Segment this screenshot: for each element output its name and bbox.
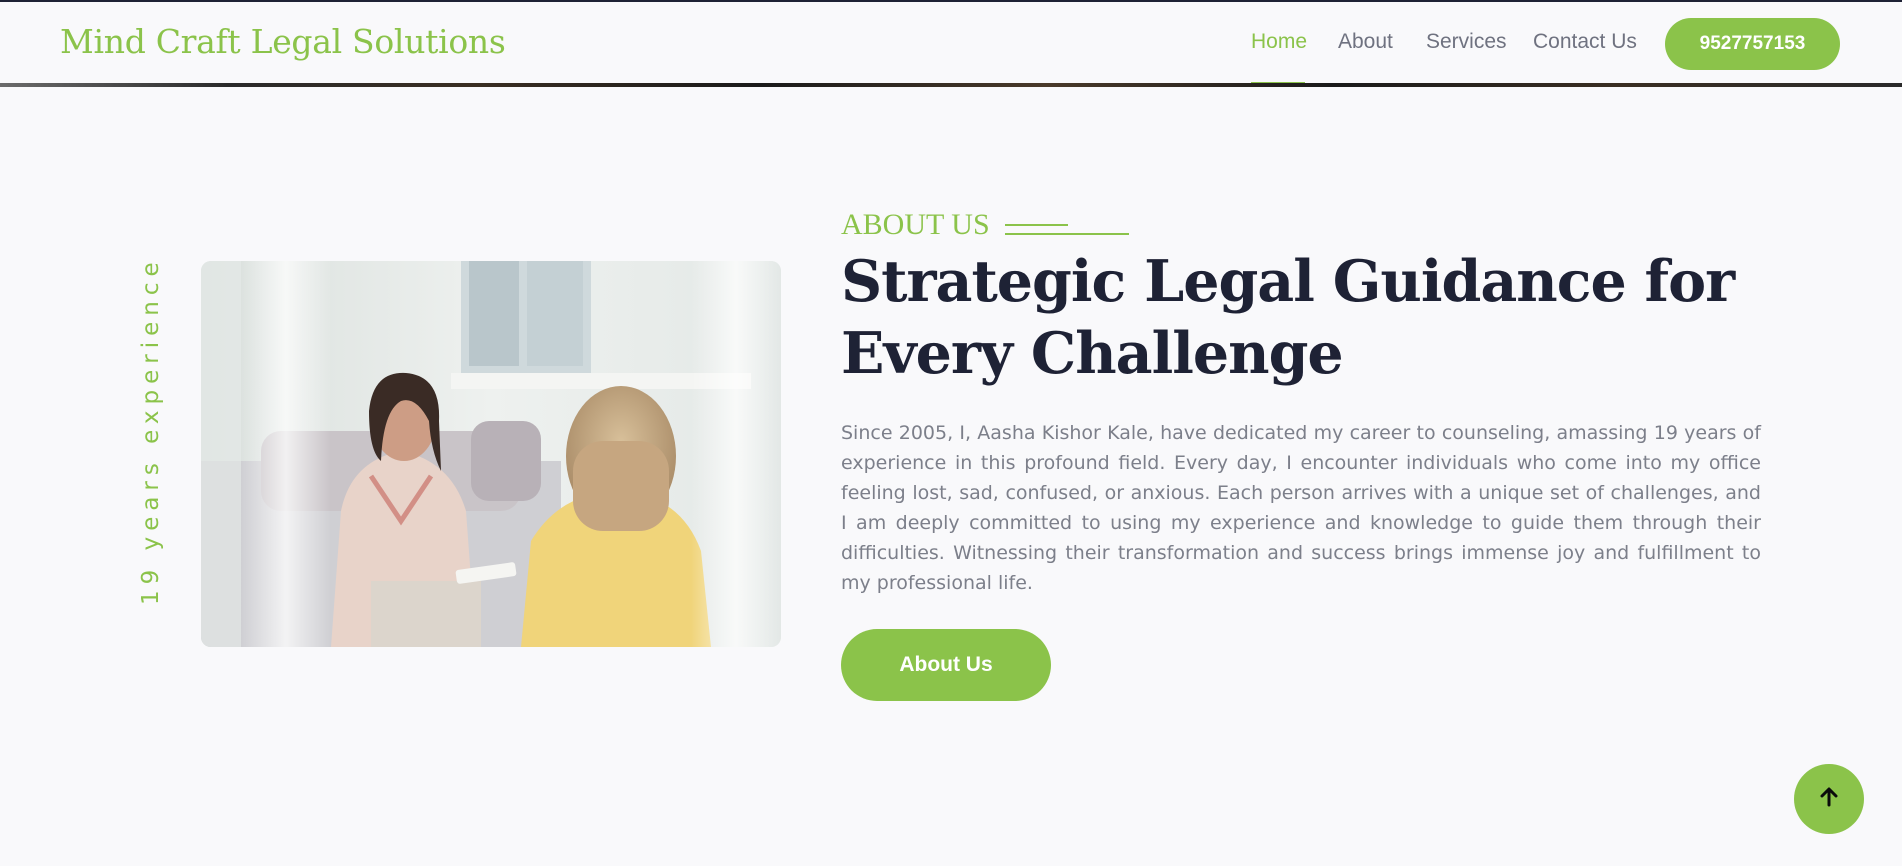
about-description: Since 2005, I, Aasha Kishor Kale, have d… [841,422,1761,594]
nav-link-services[interactable]: Services [1426,30,1507,54]
counseling-session-photo [201,261,781,647]
scroll-to-top-button[interactable] [1794,764,1864,834]
experience-vertical-label: 19 years experience [138,256,164,605]
about-us-button[interactable]: About Us [841,629,1051,701]
nav-link-about[interactable]: About [1338,30,1393,54]
section-headline: Strategic Legal Guidance for Every Chall… [841,246,1741,390]
arrow-up-icon [1818,786,1840,812]
eyebrow-divider-long [1005,233,1129,235]
hero-image-edge [0,83,1902,87]
phone-button[interactable]: 9527757153 [1665,18,1840,70]
about-us-eyebrow-label: ABOUT US [841,208,990,241]
navbar: Mind Craft Legal Solutions Home About Se… [0,2,1902,85]
headline-line-2: Every Challenge [841,320,1344,387]
nav-link-home[interactable]: Home [1251,30,1307,54]
headline-line-1: Strategic Legal Guidance for [841,248,1735,315]
eyebrow-divider-short [1005,224,1068,226]
site-logo[interactable]: Mind Craft Legal Solutions [60,22,506,61]
nav-link-contact-us[interactable]: Contact Us [1533,30,1637,54]
